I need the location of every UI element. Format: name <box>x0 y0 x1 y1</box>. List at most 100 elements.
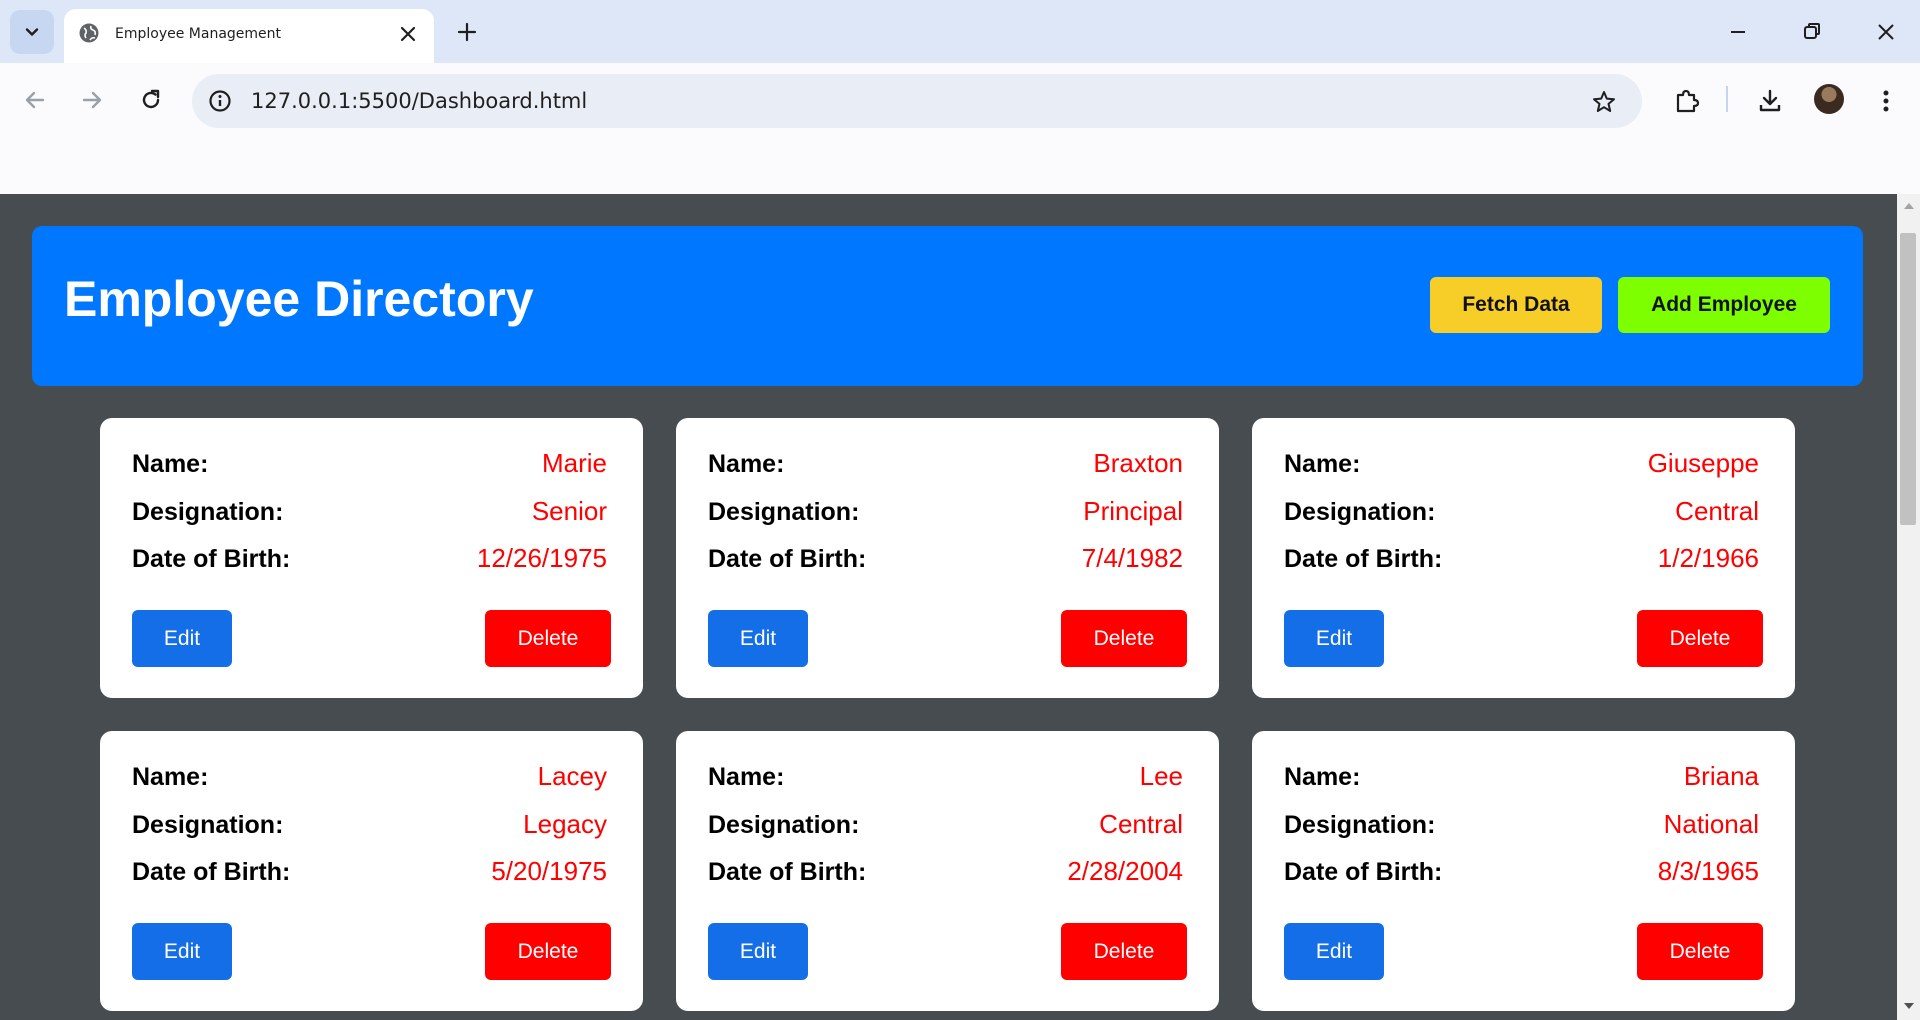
name-row: Name: Marie <box>132 448 607 479</box>
designation-row: Designation: Principal <box>708 496 1183 527</box>
browser-toolbar: 127.0.0.1:5500/Dashboard.html <box>0 63 1920 194</box>
name-value: Marie <box>541 448 607 478</box>
new-tab-icon[interactable] <box>455 20 479 44</box>
employee-card: Name: Braxton Designation: Principal Date … <box>676 418 1219 698</box>
employee-card: Name: Marie Designation: Senior Date of Bi… <box>100 418 643 698</box>
tab-search-button[interactable] <box>10 10 54 54</box>
dob-value: 1/2/1966 <box>1657 543 1759 573</box>
browser-tab-bar: Employee Management <box>0 0 1920 63</box>
browser-tab[interactable]: Employee Management <box>64 9 434 63</box>
dob-value: 5/20/1975 <box>491 856 607 886</box>
reload-icon[interactable] <box>138 87 164 113</box>
dob-value: 7/4/1982 <box>1081 543 1183 573</box>
designation-row: Designation: Central <box>708 809 1183 840</box>
tab-title: Employee Management <box>115 26 282 42</box>
edit-button[interactable]: Edit <box>1284 923 1384 980</box>
dob-row: Date of Birth: 12/26/1975 <box>132 543 607 574</box>
edit-button[interactable]: Edit <box>132 923 232 980</box>
name-label: Name: <box>708 450 785 478</box>
name-row: Name: Braxton <box>708 448 1183 479</box>
designation-row: Designation: Central <box>1284 496 1759 527</box>
dob-row: Date of Birth: 5/20/1975 <box>132 856 607 887</box>
name-value: Giuseppe <box>1647 448 1759 478</box>
name-value: Braxton <box>1093 448 1183 478</box>
dob-label: Date of Birth: <box>1284 858 1443 886</box>
name-label: Name: <box>1284 763 1361 791</box>
designation-label: Designation: <box>132 498 284 526</box>
delete-button[interactable]: Delete <box>1637 610 1763 667</box>
globe-icon <box>79 23 99 43</box>
dob-label: Date of Birth: <box>132 858 291 886</box>
dob-label: Date of Birth: <box>708 545 867 573</box>
designation-label: Designation: <box>708 498 860 526</box>
designation-value: Principal <box>1083 496 1183 526</box>
employee-card-grid: Name: Marie Designation: Senior Date of Bi… <box>100 418 1797 1011</box>
designation-label: Designation: <box>1284 811 1436 839</box>
name-label: Name: <box>132 450 209 478</box>
dob-label: Date of Birth: <box>708 858 867 886</box>
extensions-puzzle-icon[interactable] <box>1672 87 1700 115</box>
designation-value: Legacy <box>523 809 607 839</box>
name-value: Briana <box>1683 761 1759 791</box>
address-bar[interactable]: 127.0.0.1:5500/Dashboard.html <box>192 74 1642 128</box>
edit-button[interactable]: Edit <box>132 610 232 667</box>
kebab-menu-icon[interactable] <box>1876 87 1896 115</box>
dob-row: Date of Birth: 7/4/1982 <box>708 543 1183 574</box>
edit-button[interactable]: Edit <box>1284 610 1384 667</box>
employee-card: Name: Briana Designation: National Date of… <box>1252 731 1795 1011</box>
add-employee-button[interactable]: Add Employee <box>1618 277 1830 333</box>
scroll-down-arrow-icon[interactable] <box>1902 1000 1916 1012</box>
page-title: Employee Directory <box>64 271 534 327</box>
download-icon[interactable] <box>1756 87 1784 115</box>
name-row: Name: Lacey <box>132 761 607 792</box>
bookmark-star-icon[interactable] <box>1591 89 1617 115</box>
designation-value: Central <box>1099 809 1183 839</box>
dob-value: 2/28/2004 <box>1067 856 1183 886</box>
back-arrow-icon[interactable] <box>22 87 48 113</box>
employee-card: Name: Giuseppe Designation: Central Date o… <box>1252 418 1795 698</box>
site-info-icon[interactable] <box>208 89 232 113</box>
page-header: Employee Directory Fetch Data Add Employ… <box>32 226 1863 386</box>
name-value: Lee <box>1139 761 1183 791</box>
scroll-up-arrow-icon[interactable] <box>1902 200 1916 212</box>
dob-label: Date of Birth: <box>132 545 291 573</box>
name-row: Name: Briana <box>1284 761 1759 792</box>
close-window-icon[interactable] <box>1874 20 1898 44</box>
url-text[interactable]: 127.0.0.1:5500/Dashboard.html <box>251 89 587 113</box>
delete-button[interactable]: Delete <box>485 923 611 980</box>
minimize-icon[interactable] <box>1728 20 1748 44</box>
close-tab-icon[interactable] <box>398 24 418 44</box>
delete-button[interactable]: Delete <box>1061 610 1187 667</box>
dob-value: 12/26/1975 <box>476 543 607 573</box>
edit-button[interactable]: Edit <box>708 610 808 667</box>
dob-row: Date of Birth: 2/28/2004 <box>708 856 1183 887</box>
delete-button[interactable]: Delete <box>485 610 611 667</box>
chevron-down-icon <box>25 28 39 36</box>
forward-arrow-icon[interactable] <box>79 87 105 113</box>
designation-value: Central <box>1675 496 1759 526</box>
designation-row: Designation: Legacy <box>132 809 607 840</box>
profile-avatar[interactable] <box>1814 84 1844 114</box>
dob-row: Date of Birth: 8/3/1965 <box>1284 856 1759 887</box>
designation-label: Designation: <box>132 811 284 839</box>
name-label: Name: <box>708 763 785 791</box>
scrollbar-thumb[interactable] <box>1900 233 1916 525</box>
designation-row: Designation: National <box>1284 809 1759 840</box>
name-label: Name: <box>132 763 209 791</box>
name-row: Name: Giuseppe <box>1284 448 1759 479</box>
designation-value: National <box>1663 809 1759 839</box>
name-row: Name: Lee <box>708 761 1183 792</box>
edit-button[interactable]: Edit <box>708 923 808 980</box>
name-value: Lacey <box>537 761 607 791</box>
delete-button[interactable]: Delete <box>1637 923 1763 980</box>
designation-label: Designation: <box>708 811 860 839</box>
page-viewport: Employee Directory Fetch Data Add Employ… <box>0 194 1897 1020</box>
delete-button[interactable]: Delete <box>1061 923 1187 980</box>
name-label: Name: <box>1284 450 1361 478</box>
dob-value: 8/3/1965 <box>1657 856 1759 886</box>
restore-icon[interactable] <box>1801 20 1823 44</box>
designation-value: Senior <box>531 496 607 526</box>
employee-card: Name: Lacey Designation: Legacy Date of Bi… <box>100 731 643 1011</box>
fetch-data-button[interactable]: Fetch Data <box>1430 277 1602 333</box>
dob-row: Date of Birth: 1/2/1966 <box>1284 543 1759 574</box>
